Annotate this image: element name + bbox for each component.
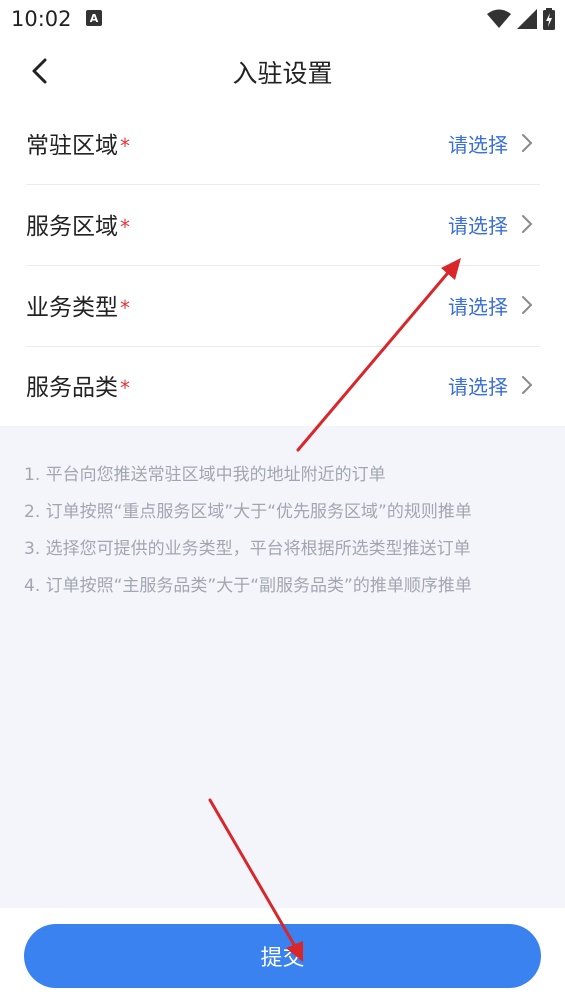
row-select-value[interactable]: 请选择 [448,371,508,400]
row-label: 服务品类 * [26,375,130,401]
note-item: 3. 选择您可提供的业务类型，平台将根据所选类型推送订单 [24,539,471,559]
submit-button[interactable]: 提交 [24,924,541,988]
battery-icon [543,8,555,30]
page-title: 入驻设置 [232,59,333,88]
status-time: 10:02 [11,7,72,31]
chevron-right-icon [522,376,533,394]
business-type-row[interactable]: 业务类型 * 请选择 [26,266,540,347]
wifi-icon [487,9,511,28]
required-mark: * [120,296,130,320]
chevron-right-icon [522,296,533,314]
status-bar: 10:02 A [0,0,565,38]
nav-header: 入驻设置 [0,38,565,104]
row-select-value[interactable]: 请选择 [448,210,508,239]
row-label: 服务区域 * [26,214,130,240]
note-item: 1. 平台向您推送常驻区域中我的地址附近的订单 [24,465,386,485]
note-item: 2. 订单按照“重点服务区域”大于“优先服务区域”的规则推单 [24,502,472,522]
note-item: 4. 订单按照“主服务品类”大于“副服务品类”的推单顺序推单 [24,576,472,596]
service-area-row[interactable]: 服务区域 * 请选择 [26,185,540,266]
required-mark: * [120,215,130,239]
chevron-right-icon [522,134,533,152]
row-select-value[interactable]: 请选择 [448,129,508,158]
cellular-signal-icon [517,9,537,29]
required-mark: * [120,376,130,400]
settings-form: 常驻区域 * 请选择 服务区域 * 请选择 业务类型 * 请选择 服务品类 * 请选择 [0,104,565,426]
row-label: 业务类型 * [26,295,130,321]
system-icons [487,8,555,30]
row-label: 常驻区域 * [26,133,130,159]
required-mark: * [120,134,130,158]
notification-app-icon: A [86,10,102,26]
row-select-value[interactable]: 请选择 [448,291,508,320]
service-category-row[interactable]: 服务品类 * 请选择 [26,346,540,426]
chevron-right-icon [522,215,533,233]
bottom-bar: 提交 [0,908,565,1004]
resident-area-row[interactable]: 常驻区域 * 请选择 [26,104,540,185]
rules-notes: 1. 平台向您推送常驻区域中我的地址附近的订单 2. 订单按照“重点服务区域”大… [24,460,544,608]
